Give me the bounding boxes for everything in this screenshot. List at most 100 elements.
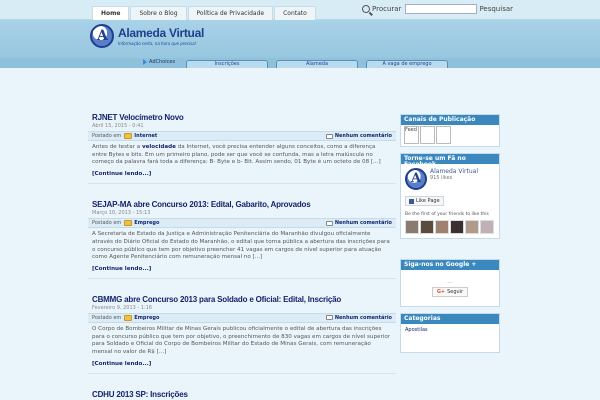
post-separator [88, 183, 396, 185]
adchoices-icon [143, 59, 147, 65]
widget-title: Torne-se um Fã no Facebook [401, 154, 499, 168]
folder-icon [124, 133, 133, 139]
nav-contato[interactable]: Contato [274, 6, 316, 20]
post-meta: Postado em Emprego Nenhum comentário [88, 218, 396, 229]
site-logo-icon[interactable]: A [90, 24, 114, 48]
facebook-faces [405, 220, 495, 234]
sidebar: Canais de Publicação Feed Torne-se um Fã… [400, 114, 500, 359]
facebook-page: A Alameda Virtual 915 likes [405, 168, 495, 190]
follow-label: Seguir [447, 289, 464, 295]
post-meta: Postado em Emprego Nenhum comentário [88, 312, 396, 323]
post-separator [88, 372, 396, 374]
facebook-box: A Alameda Virtual 915 likes Like Page Be… [401, 164, 499, 238]
facebook-friends-text: Be the first of your friends to like thi… [405, 212, 489, 217]
nav-sobre[interactable]: Sobre o Blog [130, 6, 187, 20]
folder-icon [124, 220, 133, 227]
ad-bar: AdChoices Inscrições Alameda A vaga de e… [0, 58, 600, 68]
categories-widget: Categorias Apostilas [400, 313, 500, 353]
comment-icon [325, 315, 333, 321]
post-category-link[interactable]: Emprego [134, 220, 159, 226]
google-plus-box: ... G+ Seguir [401, 270, 499, 306]
widget-title: Categorias [401, 314, 499, 324]
read-more-link[interactable]: [Continue lendo...] [88, 361, 396, 367]
facebook-like-button[interactable]: Like Page [405, 196, 444, 206]
category-link[interactable]: Apostilas [401, 324, 499, 336]
nav-privacidade[interactable]: Política de Privacidade [187, 6, 274, 20]
nav-home[interactable]: Home [92, 6, 130, 20]
feed-widget: Canais de Publicação Feed [400, 114, 500, 147]
search-icon [362, 5, 370, 13]
post-excerpt: O Corpo de Bombeiros Militar de Minas Ge… [92, 325, 391, 356]
post-title[interactable]: CBMMG abre Concurso 2013 para Soldado e … [88, 295, 396, 304]
post-excerpt: A Secretaria de Estado da Justiça e Admi… [92, 231, 390, 261]
post-list: RJNET Velocímetro Novo Abril 15, 2015 - … [88, 113, 396, 399]
post: CBMMG abre Concurso 2013 para Soldado e … [88, 295, 396, 374]
ad-link-alameda[interactable]: Alameda [276, 60, 358, 68]
feed-channel-button[interactable] [436, 126, 451, 144]
feed-button[interactable]: Feed [404, 126, 419, 144]
post: SEJAP-MA abre Concurso 2013: Edital, Gab… [88, 200, 396, 279]
facebook-page-logo-icon[interactable]: A [405, 168, 427, 190]
ad-link-vaga[interactable]: A vaga de emprego [366, 60, 448, 68]
post-date: Março 10, 2013 - 15:13 [92, 210, 151, 217]
folder-icon [124, 314, 133, 321]
post-date: Abril 15, 2015 - 0:41 [92, 123, 144, 129]
posted-in-label: Postado em [92, 133, 122, 139]
comments: Nenhum comentário [325, 133, 392, 139]
feed-icons: Feed [401, 125, 499, 146]
google-plus-icon: G+ [436, 289, 446, 295]
avatar[interactable] [435, 220, 449, 234]
post-title[interactable]: CDHU 2013 SP: Inscrições [88, 390, 396, 399]
comment-icon [325, 220, 333, 226]
facebook-icon [409, 198, 414, 204]
like-label: Like Page [416, 198, 440, 204]
widget-title: Canais de Publicação [401, 115, 499, 125]
post-date: Fevereiro 9, 2013 - 1:16 [92, 304, 153, 311]
post-title[interactable]: RJNET Velocímetro Novo [88, 113, 396, 122]
comments: Nenhum comentário [325, 220, 392, 226]
avatar[interactable] [450, 220, 464, 234]
avatar[interactable] [465, 220, 479, 234]
read-more-link[interactable]: [Continue lendo...] [88, 266, 396, 272]
facebook-widget: Torne-se um Fã no Facebook A Alameda Vir… [400, 153, 500, 239]
posted-in-label: Postado em [92, 314, 122, 321]
post-meta: Postado em Internet Nenhum comentário [88, 131, 396, 141]
feed-channel-button[interactable] [420, 126, 435, 144]
posted-in-label: Postado em [92, 220, 122, 227]
main-nav: Home Sobre o Blog Política de Privacidad… [92, 6, 317, 20]
comments: Nenhum comentário [325, 315, 392, 321]
top-navigation-bar: Home Sobre o Blog Política de Privacidad… [0, 0, 600, 20]
excerpt-link[interactable]: velocidade [142, 144, 176, 150]
google-plus-widget: Siga-nos no Google + ... G+ Seguir [400, 259, 500, 307]
avatar[interactable] [420, 220, 434, 234]
post-excerpt: Antes de testar a velocidade da Internet… [88, 141, 396, 167]
adchoices[interactable]: AdChoices [143, 59, 175, 65]
post-title[interactable]: SEJAP-MA abre Concurso 2013: Edital, Gab… [88, 200, 396, 209]
comments-link[interactable]: Nenhum comentário [335, 220, 392, 226]
google-follow-button[interactable]: G+ Seguir [431, 287, 469, 297]
facebook-page-name[interactable]: Alameda Virtual [430, 168, 478, 175]
site-title[interactable]: Alameda Virtual [118, 26, 204, 40]
post-category-link[interactable]: Emprego [134, 315, 159, 321]
ad-link-inscricoes[interactable]: Inscrições [186, 60, 268, 68]
post: RJNET Velocímetro Novo Abril 15, 2015 - … [88, 113, 396, 185]
adchoices-label: AdChoices [149, 59, 176, 65]
comment-icon [325, 133, 333, 139]
logo-letter: A [97, 28, 108, 44]
site-tagline: Informação certa, na hora que precisa! [118, 41, 197, 46]
comments-link[interactable]: Nenhum comentário [335, 315, 392, 321]
avatar[interactable] [405, 220, 419, 234]
search-label: Procurar [372, 5, 402, 13]
read-more-link[interactable]: [Continue lendo...] [88, 171, 396, 177]
widget-title: Siga-nos no Google + [401, 260, 499, 270]
avatar[interactable] [480, 220, 494, 234]
search-button[interactable]: Pesquisar [479, 5, 513, 13]
post-category-link[interactable]: Internet [134, 133, 157, 139]
post-separator [88, 277, 396, 279]
excerpt-text: Antes de testar a [92, 144, 142, 150]
logo-letter: A [411, 171, 422, 186]
search-box: Procurar Pesquisar [362, 3, 513, 15]
google-loading: ... [447, 278, 453, 285]
search-input[interactable] [405, 4, 478, 14]
comments-link[interactable]: Nenhum comentário [335, 133, 392, 139]
